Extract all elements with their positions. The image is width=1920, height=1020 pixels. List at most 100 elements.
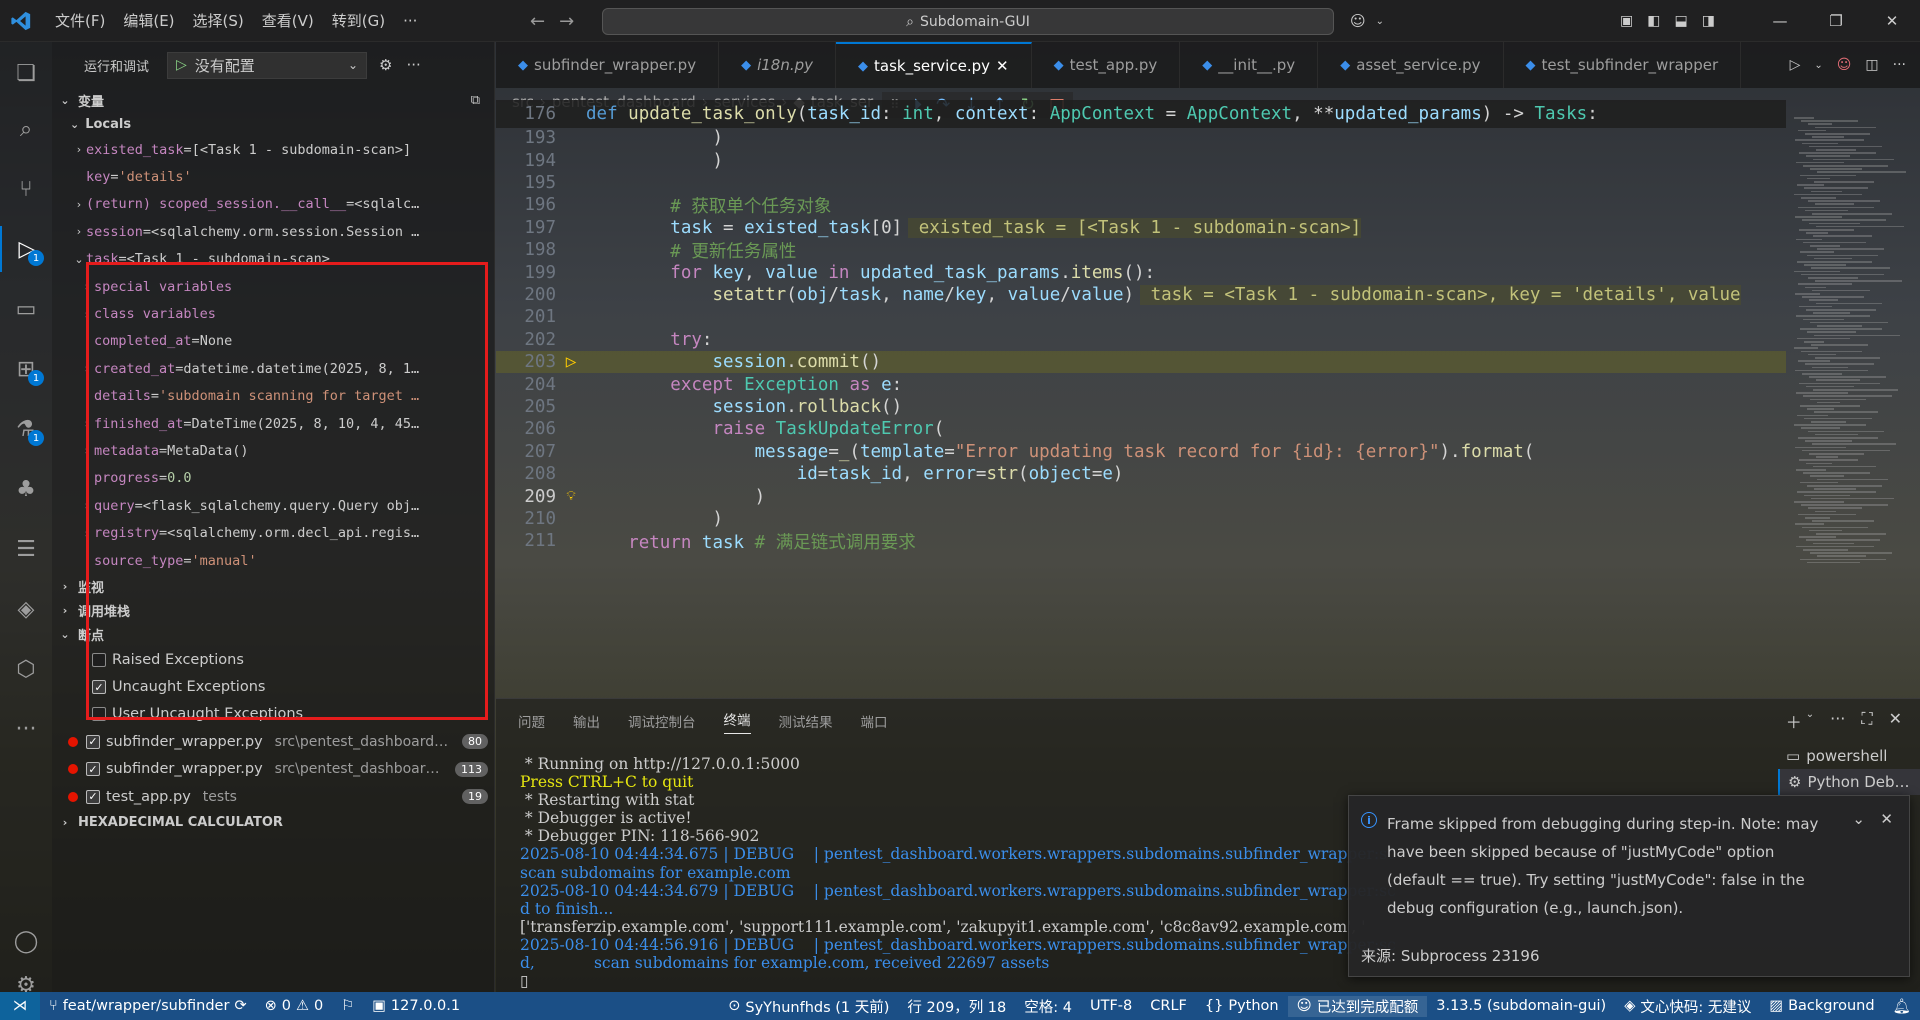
code-editor[interactable]: 176 def update_task_only(task_id: int, co…: [496, 100, 1786, 695]
terminal-instance[interactable]: ▭ powershell: [1778, 743, 1920, 769]
editor-tab[interactable]: ◆ i18n.py: [719, 42, 837, 88]
cube-icon[interactable]: ⬡: [0, 646, 52, 692]
git-branch[interactable]: ⑂ feat/wrapper/subfinder ⟳: [40, 998, 256, 1014]
code-line[interactable]: 205 session.rollback(): [496, 396, 1786, 418]
watch-section-header[interactable]: › 监视: [52, 574, 494, 598]
checkbox[interactable]: [92, 707, 106, 722]
panel-tab[interactable]: 输出: [573, 711, 600, 731]
toggle-panel-icon[interactable]: ⬓: [1674, 13, 1687, 29]
minimize-icon[interactable]: —: [1752, 0, 1808, 42]
remote-explorer-icon[interactable]: ▭: [0, 286, 52, 332]
back-arrow-icon[interactable]: ←: [530, 11, 545, 32]
panel-tab[interactable]: 端口: [861, 711, 888, 731]
exception-breakpoint[interactable]: Raised Exceptions: [52, 646, 494, 673]
locals-scope-header[interactable]: ⌄ Locals: [52, 112, 494, 136]
panel-tab[interactable]: 测试结果: [779, 711, 833, 731]
variable-row[interactable]: › class variables: [52, 300, 494, 327]
variable-row[interactable]: › session = <sqlalchemy.orm.session.Sessi…: [52, 218, 494, 245]
variable-row[interactable]: progress = 0.0: [52, 465, 494, 492]
copilot-chat-icon[interactable]: ☺: [1837, 57, 1852, 73]
explorer-icon[interactable]: ❏: [0, 50, 52, 96]
more-actions-icon[interactable]: ···: [406, 56, 420, 74]
chevron-down-icon[interactable]: ⌄: [1814, 60, 1822, 71]
testing-icon[interactable]: ⚗ 1: [0, 406, 52, 452]
menu-item[interactable]: ···: [394, 0, 426, 42]
breakpoint-item[interactable]: ✓ test_app.py tests 19: [52, 783, 494, 810]
code-line[interactable]: 209 💡︎ ): [496, 485, 1786, 507]
more-actions-icon[interactable]: ···: [1893, 57, 1906, 73]
layers-icon[interactable]: ◈: [0, 586, 52, 632]
remote-indicator-icon[interactable]: ⋊: [0, 992, 40, 1020]
code-line[interactable]: 200 setattr(obj/task, name/key, value/va…: [496, 284, 1786, 306]
code-line[interactable]: 201: [496, 306, 1786, 328]
run-file-icon[interactable]: ▷: [1790, 57, 1801, 73]
extensions-icon[interactable]: ⊞ 1: [0, 346, 52, 392]
maximize-panel-icon[interactable]: ⛶: [1861, 709, 1872, 733]
breakpoints-section-header[interactable]: ⌄ 断点: [52, 622, 494, 646]
code-line[interactable]: 203 ▷ session.commit(): [496, 351, 1786, 374]
editor-tab[interactable]: ◆ subfinder_wrapper.py: [496, 42, 720, 88]
menu-item[interactable]: 文件(F): [46, 0, 114, 42]
account-icon[interactable]: ◯: [0, 918, 52, 964]
editor-tab[interactable]: ◆ asset_service.py: [1318, 42, 1504, 88]
git-blame[interactable]: ⊙ SyYhunfhds (1 天前): [719, 996, 898, 1017]
cursor-position[interactable]: 行 209，列 18: [898, 996, 1015, 1017]
editor-tab[interactable]: ◆ __init__.py: [1180, 42, 1319, 88]
encoding[interactable]: UTF-8: [1081, 998, 1141, 1014]
copilot-icon[interactable]: ☺: [1350, 12, 1366, 30]
split-editor-icon[interactable]: ◫: [1865, 57, 1878, 73]
code-line[interactable]: 195: [496, 172, 1786, 194]
copilot-menu[interactable]: ☺ ⌄: [1350, 0, 1384, 42]
python-interpreter[interactable]: 3.13.5 (subdomain-gui): [1427, 998, 1615, 1014]
panel-tab[interactable]: 终端: [723, 709, 751, 734]
command-center-search[interactable]: ⌕ Subdomain-GUI: [602, 8, 1334, 35]
panel-tab[interactable]: 问题: [518, 711, 545, 731]
checkbox[interactable]: [92, 652, 106, 667]
editor-tab[interactable]: ◆ task_service.py ✕: [836, 42, 1032, 88]
close-notification-icon[interactable]: ✕: [1880, 810, 1893, 828]
variable-row[interactable]: details = 'subdomain scanning for target…: [52, 383, 494, 410]
variable-row[interactable]: › metadata = MetaData(): [52, 437, 494, 464]
code-line-sticky[interactable]: 176 def update_task_only(task_id: int, co…: [496, 100, 1786, 128]
menu-item[interactable]: 选择(S): [184, 0, 253, 42]
editor-tab[interactable]: ◆ test_app.py: [1032, 42, 1181, 88]
more-actions-icon[interactable]: ···: [1830, 709, 1845, 733]
minimap[interactable]: [1786, 115, 1920, 695]
source-control-icon[interactable]: ⑂: [0, 166, 52, 212]
background-toggle[interactable]: ▨ Background: [1760, 998, 1883, 1014]
code-line[interactable]: 198 # 更新任务属性: [496, 239, 1786, 262]
variables-section-header[interactable]: ⌄ 变量 ⧉: [52, 88, 494, 112]
debug-config-select[interactable]: ▷ 没有配置 ⌄: [167, 51, 368, 79]
host-indicator[interactable]: ▣ 127.0.0.1: [363, 998, 469, 1014]
end-of-line[interactable]: CRLF: [1141, 998, 1196, 1014]
restore-icon[interactable]: ❐: [1808, 0, 1864, 42]
variable-row[interactable]: › (return) scoped_session.__call__ = <sql…: [52, 191, 494, 218]
breakpoint-item[interactable]: ✓ subfinder_wrapper.py src\pentest_dashboa…: [52, 728, 494, 755]
run-debug-icon[interactable]: ▷ 1: [0, 226, 52, 272]
callstack-section-header[interactable]: › 调用堆栈: [52, 598, 494, 622]
lightbulb-icon[interactable]: 💡︎: [566, 489, 575, 504]
variable-row[interactable]: completed_at = None: [52, 328, 494, 355]
gear-icon[interactable]: ⚙: [379, 56, 392, 74]
variable-row[interactable]: › existed_task = [<Task 1 - subdomain-sca…: [52, 136, 494, 163]
code-line[interactable]: 211 return task # 满足链式调用要求: [496, 530, 1786, 553]
code-line[interactable]: 208 id=task_id, error=str(object=e): [496, 463, 1786, 485]
close-panel-icon[interactable]: ✕: [1889, 709, 1902, 733]
close-window-icon[interactable]: ✕: [1864, 0, 1920, 42]
start-debug-icon[interactable]: ▷: [176, 57, 187, 73]
close-tab-icon[interactable]: ✕: [996, 57, 1009, 75]
exception-breakpoint[interactable]: ✓ Uncaught Exceptions: [52, 673, 494, 700]
variable-row[interactable]: key = 'details': [52, 163, 494, 190]
new-terminal-icon[interactable]: ＋: [1786, 709, 1802, 733]
language-mode[interactable]: {} Python: [1196, 998, 1288, 1014]
notifications-bell-icon[interactable]: 🔔︎: [1884, 998, 1920, 1015]
variable-row[interactable]: ⌄ task = <Task 1 - subdomain-scan>: [52, 246, 494, 273]
code-line[interactable]: 210 ): [496, 508, 1786, 530]
tree-icon[interactable]: ♣: [0, 466, 52, 512]
variable-row[interactable]: › special variables: [52, 273, 494, 300]
checkbox[interactable]: ✓: [86, 789, 100, 804]
variable-row[interactable]: › registry = <sqlalchemy.orm.decl_api.reg…: [52, 519, 494, 546]
checkbox[interactable]: ✓: [92, 680, 106, 695]
customize-layout-icon[interactable]: ▣: [1620, 13, 1633, 29]
code-line[interactable]: 206 raise TaskUpdateError(: [496, 418, 1786, 440]
